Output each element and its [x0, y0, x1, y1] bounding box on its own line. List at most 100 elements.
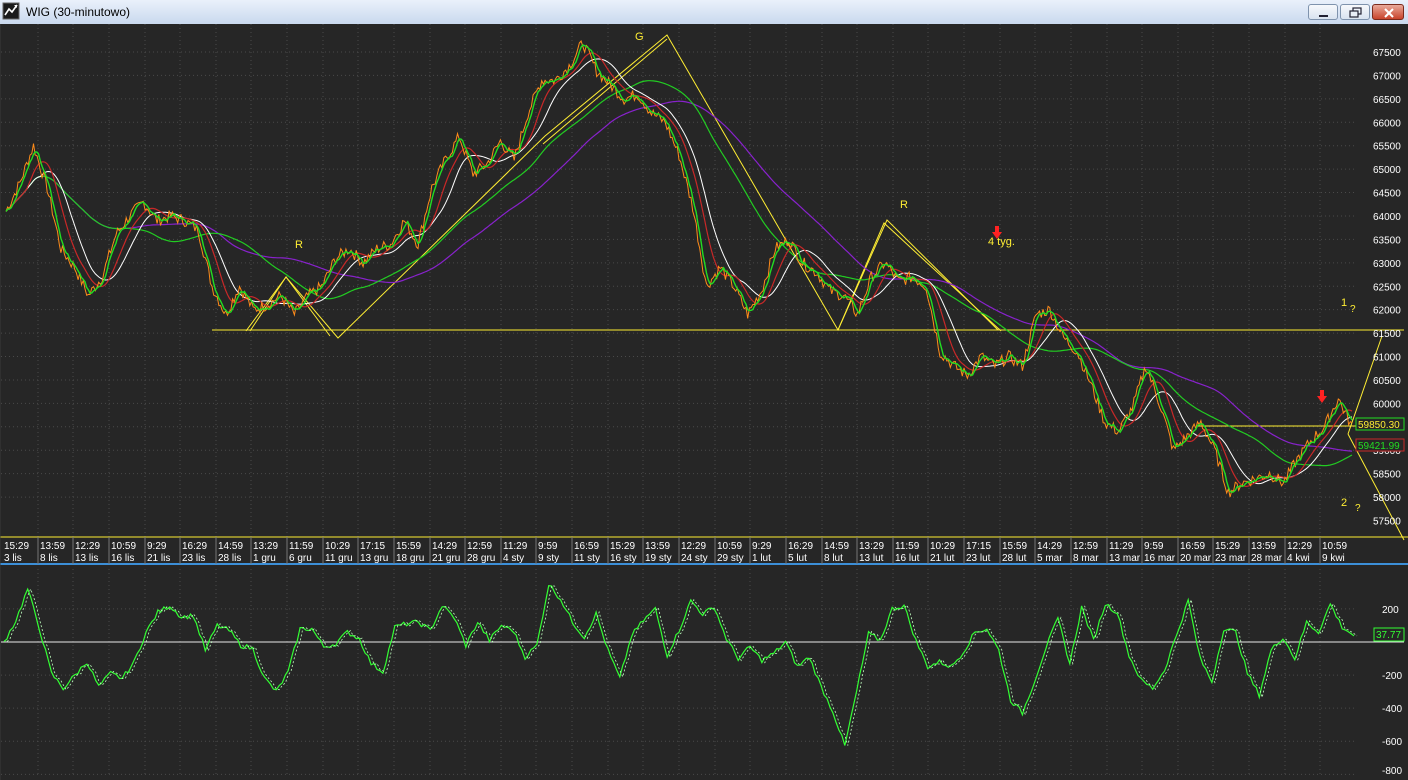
date-label: 16 lis [111, 553, 134, 564]
osc-tick-label: 200 [1382, 605, 1399, 616]
date-label: 23 lut [966, 553, 991, 564]
label-scenario-2: 2 [1341, 497, 1347, 509]
time-label: 9:29 [147, 541, 167, 552]
time-label: 11:29 [503, 541, 528, 552]
date-label: 11 gru [325, 553, 353, 564]
wig-chart[interactable]: G R R 4 tyg. 1 ? 2 ? 67500 67000 66500 6600… [0, 24, 1408, 780]
time-label: 14:59 [218, 541, 243, 552]
close-button[interactable] [1372, 4, 1404, 20]
price-tick-label: 63000 [1373, 259, 1401, 270]
time-label: 11:29 [1109, 541, 1134, 552]
time-label: 16:29 [182, 541, 207, 552]
price-tick-label: 61000 [1373, 353, 1401, 364]
minimize-icon [1319, 15, 1328, 17]
time-label: 16:29 [788, 541, 813, 552]
time-label: 10:59 [111, 541, 136, 552]
date-label: 4 sty [503, 553, 524, 564]
date-label: 4 kwi [1287, 553, 1310, 564]
date-label: 13 gru [360, 553, 388, 564]
date-label: 20 mar [1180, 553, 1212, 564]
time-label: 13:59 [40, 541, 65, 552]
price-tick-label: 66500 [1373, 95, 1401, 106]
close-icon [1384, 8, 1394, 18]
date-label: 5 lut [788, 553, 807, 564]
date-label: 29 sty [717, 553, 744, 564]
time-label: 13:59 [645, 541, 670, 552]
time-label: 16:59 [574, 541, 599, 552]
osc-tick-label: -200 [1382, 671, 1402, 682]
osc-tick-label: -400 [1382, 704, 1402, 715]
date-label: 1 gru [253, 553, 276, 564]
date-label: 24 sty [681, 553, 708, 564]
time-label: 10:29 [325, 541, 350, 552]
date-label: 1 lut [752, 553, 771, 564]
price-tick-label: 67000 [1373, 71, 1401, 82]
price-tick-label: 57500 [1373, 517, 1401, 528]
price-tick-label: 63500 [1373, 235, 1401, 246]
time-label: 14:59 [824, 541, 849, 552]
date-label: 9 sty [538, 553, 559, 564]
label-scenario-1-q: ? [1350, 304, 1356, 315]
time-label: 15:29 [1215, 541, 1240, 552]
time-label: 10:59 [717, 541, 742, 552]
price-label-2-text: 59421.99 [1358, 441, 1400, 452]
price-label-1-text: 59850.30 [1358, 420, 1400, 431]
time-label: 17:15 [966, 541, 991, 552]
date-label: 8 lis [40, 553, 58, 564]
time-label: 15:59 [396, 541, 421, 552]
oscillator-value-label: 37.77 [1373, 627, 1405, 642]
time-label: 13:59 [1251, 541, 1276, 552]
date-label: 11 sty [574, 553, 600, 564]
date-label: 23 mar [1215, 553, 1247, 564]
date-label: 28 lut [1002, 553, 1027, 564]
chart-window: WIG (30-minutowo) G R R 4 tyg. 1 ? 2 ? 6… [0, 0, 1408, 780]
date-label: 13 lut [859, 553, 884, 564]
price-label-2: 59421.99 [1355, 438, 1405, 452]
time-label: 9:29 [752, 541, 772, 552]
restore-button[interactable] [1340, 4, 1370, 20]
date-label: 19 sty [645, 553, 672, 564]
time-label: 9:59 [538, 541, 558, 552]
date-label: 16 mar [1144, 553, 1176, 564]
minimize-button[interactable] [1308, 4, 1338, 20]
price-tick-label: 65500 [1373, 142, 1401, 153]
price-tick-label: 62500 [1373, 282, 1401, 293]
time-label: 12:59 [1073, 541, 1098, 552]
time-label: 13:29 [859, 541, 884, 552]
price-tick-label: 67500 [1373, 48, 1401, 59]
price-tick-label: 64000 [1373, 212, 1401, 223]
time-label: 16:59 [1180, 541, 1205, 552]
price-tick-label: 61500 [1373, 329, 1401, 340]
date-label: 16 lut [895, 553, 920, 564]
price-tick-label: 64500 [1373, 189, 1401, 200]
time-label: 12:29 [75, 541, 100, 552]
chart-app-icon [2, 2, 20, 20]
time-label: 10:59 [1322, 541, 1347, 552]
osc-tick-label: -800 [1382, 766, 1402, 777]
time-label: 15:59 [1002, 541, 1027, 552]
date-label: 28 lis [218, 553, 241, 564]
time-label: 11:59 [895, 541, 920, 552]
price-tick-label: 58000 [1373, 493, 1401, 504]
chart-background [0, 24, 1408, 780]
price-tick-label: 58500 [1373, 470, 1401, 481]
label-r1: R [295, 239, 303, 251]
time-label: 12:29 [681, 541, 706, 552]
label-scenario-1: 1 [1341, 297, 1347, 309]
time-label: 12:59 [467, 541, 492, 552]
date-label: 13 mar [1109, 553, 1141, 564]
time-label: 17:15 [360, 541, 385, 552]
date-label: 21 lis [147, 553, 170, 564]
title-bar[interactable]: WIG (30-minutowo) [0, 0, 1408, 25]
date-label: 6 gru [289, 553, 312, 564]
price-tick-label: 60000 [1373, 399, 1401, 410]
time-label: 14:29 [1037, 541, 1062, 552]
price-label-1: 59850.30 [1355, 417, 1405, 431]
window-title: WIG (30-minutowo) [26, 5, 131, 19]
date-label: 5 mar [1037, 553, 1063, 564]
time-label: 12:29 [1287, 541, 1312, 552]
oscillator-value-text: 37.77 [1376, 630, 1401, 641]
date-label: 23 lis [182, 553, 205, 564]
date-label: 28 gru [467, 553, 495, 564]
restore-icon [1349, 7, 1362, 18]
